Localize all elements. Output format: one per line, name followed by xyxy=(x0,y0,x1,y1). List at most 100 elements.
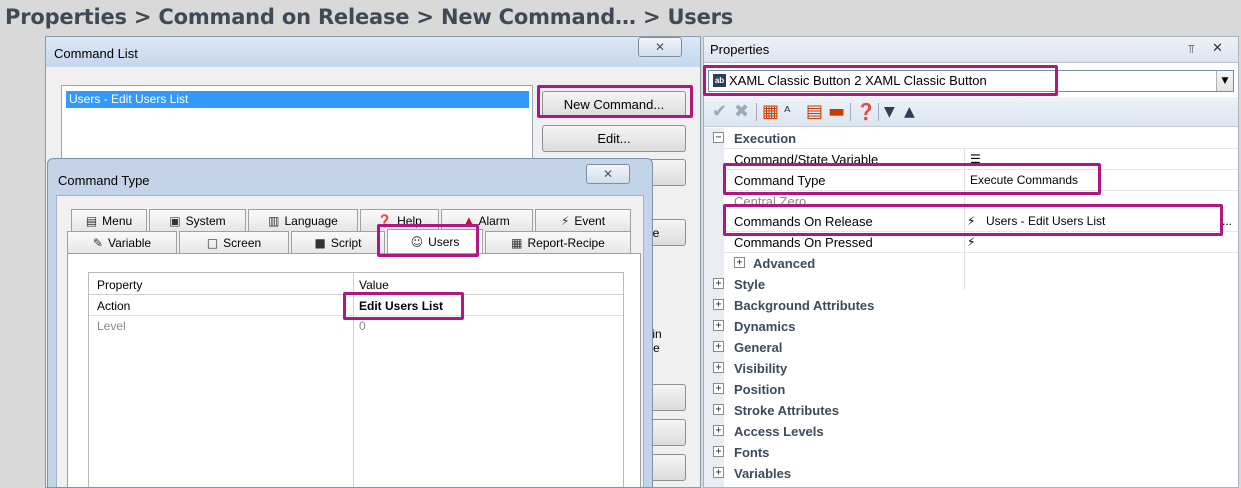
category-style[interactable]: + Style xyxy=(704,274,1238,295)
cancel-icon[interactable]: ✖ xyxy=(734,102,749,122)
category-label: Stroke Attributes xyxy=(734,403,839,418)
property-label: Command Type xyxy=(734,173,826,188)
command-list-close-button[interactable]: ✕ xyxy=(638,37,682,57)
browse-button[interactable]: ... xyxy=(1222,214,1232,228)
properties-toolbar: ✔ ✖ ▦ ᴬ ▤ ▬ ❓ ▼ ▲ xyxy=(704,97,1238,127)
variable-browse-icon[interactable]: ☰ xyxy=(970,152,981,166)
category-visibility[interactable]: + Visibility xyxy=(704,358,1238,379)
category-execution[interactable]: − Execution xyxy=(704,128,1238,149)
category-label: Variables xyxy=(734,466,792,481)
toolbar-separator xyxy=(850,103,851,121)
property-row-central-zero[interactable]: Central Zero xyxy=(704,191,1238,205)
expand-icon[interactable]: + xyxy=(713,446,724,457)
expand-icon[interactable]: + xyxy=(713,404,724,415)
property-pages-icon[interactable]: ▤ xyxy=(806,102,823,122)
tab-script[interactable]: ■ Script xyxy=(291,231,385,253)
expand-icon[interactable]: + xyxy=(734,257,745,268)
command-type-body: ▤ Menu ▣ System ▥ Language ❓ Help ▲ Alar… xyxy=(56,195,644,487)
property-row-commands-on-pressed[interactable]: Commands On Pressed ⚡ xyxy=(704,232,1238,253)
tab-system[interactable]: ▣ System xyxy=(149,209,246,231)
level-value-field[interactable]: 0 xyxy=(359,318,366,334)
up-arrow-icon[interactable]: ▲ xyxy=(904,102,915,122)
property-row-command-type[interactable]: Command Type Execute Commands xyxy=(704,170,1238,191)
grid-header-property: Property xyxy=(97,278,143,292)
category-stroke-attributes[interactable]: + Stroke Attributes xyxy=(704,400,1238,421)
grid-row-divider xyxy=(89,315,623,316)
commands-on-release-value[interactable]: Users - Edit Users List xyxy=(986,214,1105,228)
close-icon[interactable]: ✕ xyxy=(1212,41,1223,56)
property-label: Commands On Pressed xyxy=(734,235,873,250)
command-type-value[interactable]: Execute Commands xyxy=(970,173,1078,187)
tab-label: Language xyxy=(284,213,338,228)
action-value-field[interactable]: Edit Users List xyxy=(359,298,443,314)
expand-icon[interactable]: + xyxy=(713,320,724,331)
category-fonts[interactable]: + Fonts xyxy=(704,442,1238,463)
category-label: Position xyxy=(734,382,786,397)
expand-icon[interactable]: + xyxy=(713,467,724,478)
command-list-title: Command List xyxy=(54,46,138,61)
category-label: Access Levels xyxy=(734,424,824,439)
grid-header-value: Value xyxy=(359,278,389,292)
property-row-commands-on-release[interactable]: Commands On Release ⚡ Users - Edit Users… xyxy=(704,211,1238,232)
command-type-close-button[interactable]: ✕ xyxy=(586,164,630,184)
chevron-down-icon[interactable]: ▼ xyxy=(1216,71,1233,91)
category-dynamics[interactable]: + Dynamics xyxy=(704,316,1238,337)
tab-label: Screen xyxy=(223,235,262,250)
tab-label: System xyxy=(185,213,226,228)
list-item[interactable]: Users - Edit Users List xyxy=(66,91,529,108)
menu-icon: ▤ xyxy=(85,213,98,228)
category-variables[interactable]: + Variables xyxy=(704,463,1238,484)
categorized-icon[interactable]: ▦ xyxy=(762,102,779,122)
tab-label: Help xyxy=(397,213,422,228)
category-label: Style xyxy=(734,277,766,292)
expand-icon[interactable]: + xyxy=(713,299,724,310)
expand-icon[interactable]: + xyxy=(713,278,724,289)
tab-event[interactable]: ⚡ Event xyxy=(535,209,631,231)
expand-icon[interactable]: + xyxy=(713,383,724,394)
command-list-titlebar: Command List ✕ xyxy=(46,37,700,67)
property-grid: Property Value Action Edit Users List Le… xyxy=(88,272,624,487)
screen-icon: □ xyxy=(206,235,219,250)
lightning-icon: ⚡ xyxy=(967,235,976,249)
property-label: Central Zero xyxy=(734,194,807,205)
category-general[interactable]: + General xyxy=(704,337,1238,358)
alphabetical-icon[interactable]: ᴬ xyxy=(784,102,790,122)
edit-button[interactable]: Edit... xyxy=(542,125,686,152)
tab-screen[interactable]: □ Screen xyxy=(179,231,289,253)
category-background-attributes[interactable]: + Background Attributes xyxy=(704,295,1238,316)
expand-icon[interactable]: + xyxy=(713,341,724,352)
tab-report-recipe[interactable]: ▦ Report-Recipe xyxy=(485,231,631,253)
filter-icon[interactable]: ▼ xyxy=(884,102,895,122)
report-recipe-icon: ▦ xyxy=(511,235,523,250)
category-access-levels[interactable]: + Access Levels xyxy=(704,421,1238,442)
object-selector[interactable]: ab XAML Classic Button 2 XAML Classic Bu… xyxy=(708,70,1234,92)
events-icon[interactable]: ▬ xyxy=(828,102,845,122)
property-label: Command/State Variable xyxy=(734,152,879,167)
expand-icon[interactable]: + xyxy=(713,362,724,373)
collapse-icon[interactable]: − xyxy=(713,132,724,143)
category-position[interactable]: + Position xyxy=(704,379,1238,400)
grid-column-divider xyxy=(353,273,354,487)
script-icon: ■ xyxy=(314,235,326,250)
apply-icon[interactable]: ✔ xyxy=(712,102,727,122)
tab-users[interactable]: ☺ Users xyxy=(387,229,483,253)
grid-header xyxy=(89,273,623,295)
pin-icon[interactable]: ⫪ xyxy=(1188,42,1195,57)
expand-icon[interactable]: + xyxy=(713,425,724,436)
property-row-command-state-variable[interactable]: Command/State Variable ☰ xyxy=(704,149,1238,170)
tab-variable[interactable]: ✎ Variable xyxy=(67,231,177,253)
tab-alarm[interactable]: ▲ Alarm xyxy=(441,209,533,231)
help-icon[interactable]: ❓ xyxy=(856,102,876,122)
category-advanced[interactable]: + Advanced xyxy=(704,253,1238,274)
new-command-button[interactable]: New Command... xyxy=(542,91,686,118)
help-icon: ❓ xyxy=(377,213,393,228)
tab-help[interactable]: ❓ Help xyxy=(360,209,439,231)
category-label: Fonts xyxy=(734,445,770,460)
language-icon: ▥ xyxy=(268,213,280,228)
tab-label: Event xyxy=(574,213,606,228)
property-grid: − Execution Command/State Variable ☰ Com… xyxy=(704,128,1238,487)
tab-menu[interactable]: ▤ Menu xyxy=(71,209,147,231)
tab-language[interactable]: ▥ Language xyxy=(248,209,358,231)
category-label: Dynamics xyxy=(734,319,796,334)
tab-label: Script xyxy=(330,235,362,250)
